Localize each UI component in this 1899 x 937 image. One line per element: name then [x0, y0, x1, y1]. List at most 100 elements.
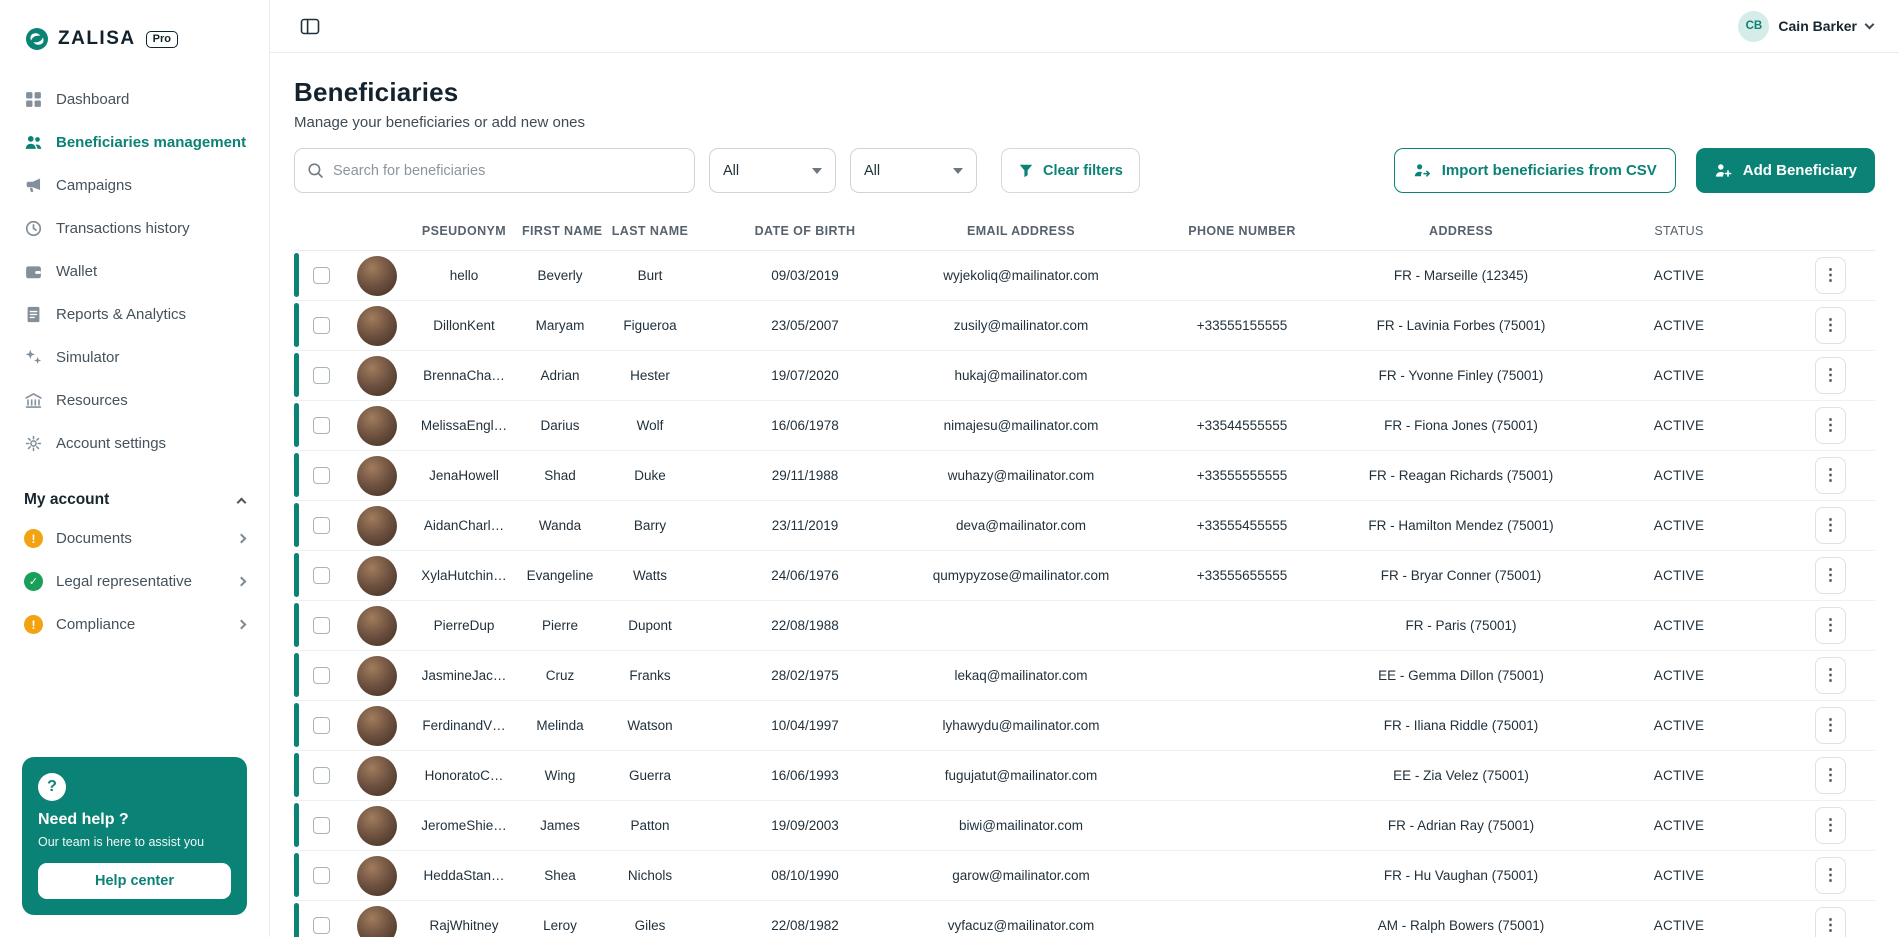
pseudonym-cell: PierreDup [433, 618, 495, 633]
document-icon [24, 305, 43, 324]
status-cell: ACTIVE [1653, 568, 1705, 583]
first-name-cell: Darius [540, 418, 580, 433]
row-actions-button[interactable]: ⋮ [1815, 307, 1846, 344]
import-csv-button[interactable]: Import beneficiaries from CSV [1393, 148, 1676, 193]
address-cell: FR - Adrian Ray (75001) [1387, 818, 1535, 833]
filter-select-1[interactable]: All [709, 148, 836, 193]
row-actions-button[interactable]: ⋮ [1815, 857, 1846, 894]
row-actions-button[interactable]: ⋮ [1815, 407, 1846, 444]
row-actions-button[interactable]: ⋮ [1815, 657, 1846, 694]
clear-filters-button[interactable]: Clear filters [1001, 148, 1140, 193]
row-checkbox[interactable] [312, 317, 330, 334]
bank-icon [24, 391, 43, 410]
table-row: FerdinandV… Melinda Watson 10/04/1997 ly… [294, 701, 1875, 751]
my-account-title: My account [24, 491, 110, 508]
help-title: Need help ? [38, 811, 129, 828]
clear-filters-label: Clear filters [1043, 162, 1123, 179]
kebab-icon: ⋮ [1822, 466, 1839, 484]
filter-select-1-value: All [723, 162, 740, 179]
sidebar-item-campaigns[interactable]: Campaigns [14, 164, 255, 207]
filter-select-2[interactable]: All [850, 148, 977, 193]
pseudonym-cell: AidanCharl… [423, 518, 505, 533]
search-icon [307, 162, 324, 179]
row-checkbox[interactable] [312, 517, 330, 534]
kebab-icon: ⋮ [1822, 916, 1839, 934]
row-actions-button[interactable]: ⋮ [1815, 807, 1846, 844]
page-title: Beneficiaries [294, 77, 459, 107]
table-header: PSEUDONYM FIRST NAME LAST NAME DATE OF B… [294, 211, 1875, 251]
beneficiary-avatar [357, 455, 397, 496]
sidebar-item-label: Reports & Analytics [56, 306, 187, 323]
row-checkbox[interactable] [312, 467, 330, 484]
row-checkbox[interactable] [312, 417, 330, 434]
table-body: hello Beverly Burt 09/03/2019 wyjekoliq@… [294, 251, 1875, 937]
row-actions-button[interactable]: ⋮ [1815, 557, 1846, 594]
row-actions-button[interactable]: ⋮ [1815, 757, 1846, 794]
first-name-cell: Adrian [540, 368, 580, 383]
row-actions-button[interactable]: ⋮ [1815, 507, 1846, 544]
my-account-header[interactable]: My account [14, 483, 255, 517]
row-checkbox[interactable] [312, 917, 330, 934]
sidebar-item-resources[interactable]: Resources [14, 379, 255, 422]
row-checkbox[interactable] [312, 367, 330, 384]
sidebar-item-compliance[interactable]: ! Compliance [14, 603, 255, 646]
sidebar-item-dashboard[interactable]: Dashboard [14, 78, 255, 121]
row-actions-button[interactable]: ⋮ [1815, 257, 1846, 294]
filter-row: All All Clear filters Import beneficiari… [294, 148, 1875, 193]
help-card: ? Need help ? Our team is here to assist… [22, 757, 247, 915]
sidebar-item-documents[interactable]: ! Documents [14, 517, 255, 560]
chevron-right-icon [236, 619, 247, 630]
sidebar-item-label: Beneficiaries management [56, 134, 247, 151]
last-name-cell: Guerra [628, 768, 672, 783]
phone-cell: +33555455555 [1196, 518, 1288, 533]
last-name-cell: Dupont [628, 618, 672, 633]
dob-cell: 22/08/1988 [771, 618, 839, 633]
sidebar-item-wallet[interactable]: Wallet [14, 250, 255, 293]
row-checkbox[interactable] [312, 667, 330, 684]
last-name-cell: Burt [637, 268, 663, 283]
sidebar-item-beneficiaries-management[interactable]: Beneficiaries management [14, 121, 255, 164]
row-actions-button[interactable]: ⋮ [1815, 357, 1846, 394]
help-center-button[interactable]: Help center [38, 863, 231, 899]
row-checkbox[interactable] [312, 617, 330, 634]
row-actions-button[interactable]: ⋮ [1815, 707, 1846, 744]
dob-cell: 23/05/2007 [771, 318, 839, 333]
sidebar-item-transactions-history[interactable]: Transactions history [14, 207, 255, 250]
question-icon: ? [38, 773, 66, 801]
add-beneficiary-label: Add Beneficiary [1742, 162, 1857, 179]
row-checkbox[interactable] [312, 867, 330, 884]
sidebar-toggle-button[interactable] [298, 15, 322, 38]
row-checkbox[interactable] [312, 817, 330, 834]
add-beneficiary-button[interactable]: Add Beneficiary [1695, 148, 1875, 193]
first-name-cell: Shad [544, 468, 576, 483]
sidebar-item-simulator[interactable]: Simulator [14, 336, 255, 379]
kebab-icon: ⋮ [1822, 416, 1839, 434]
chevron-right-icon [236, 533, 247, 544]
row-checkbox[interactable] [312, 567, 330, 584]
row-actions-button[interactable]: ⋮ [1815, 607, 1846, 644]
row-checkbox[interactable] [312, 267, 330, 284]
sidebar-item-label: Simulator [56, 349, 120, 366]
kebab-icon: ⋮ [1822, 716, 1839, 734]
row-checkbox[interactable] [312, 717, 330, 734]
row-actions-button[interactable]: ⋮ [1815, 907, 1846, 937]
beneficiary-avatar [357, 355, 397, 396]
table-row: PierreDup Pierre Dupont 22/08/1988 FR - … [294, 601, 1875, 651]
address-cell: FR - Hamilton Mendez (75001) [1368, 518, 1554, 533]
sidebar-item-legal-representative[interactable]: ✓ Legal representative [14, 560, 255, 603]
row-actions-button[interactable]: ⋮ [1815, 457, 1846, 494]
kebab-icon: ⋮ [1822, 366, 1839, 384]
row-checkbox[interactable] [312, 767, 330, 784]
user-menu[interactable]: CB Cain Barker [1738, 10, 1875, 42]
address-cell: FR - Bryar Conner (75001) [1380, 568, 1542, 583]
import-csv-label: Import beneficiaries from CSV [1441, 162, 1657, 179]
sidebar-item-reports-analytics[interactable]: Reports & Analytics [14, 293, 255, 336]
dob-cell: 08/10/1990 [771, 868, 839, 883]
search-input[interactable] [333, 162, 682, 179]
pseudonym-cell: DillonKent [433, 318, 495, 333]
dob-cell: 28/02/1975 [771, 668, 839, 683]
last-name-cell: Watts [632, 568, 667, 583]
pseudonym-cell: HonoratoC… [424, 768, 504, 783]
sidebar-item-account-settings[interactable]: Account settings [14, 422, 255, 465]
search-box [294, 148, 695, 193]
